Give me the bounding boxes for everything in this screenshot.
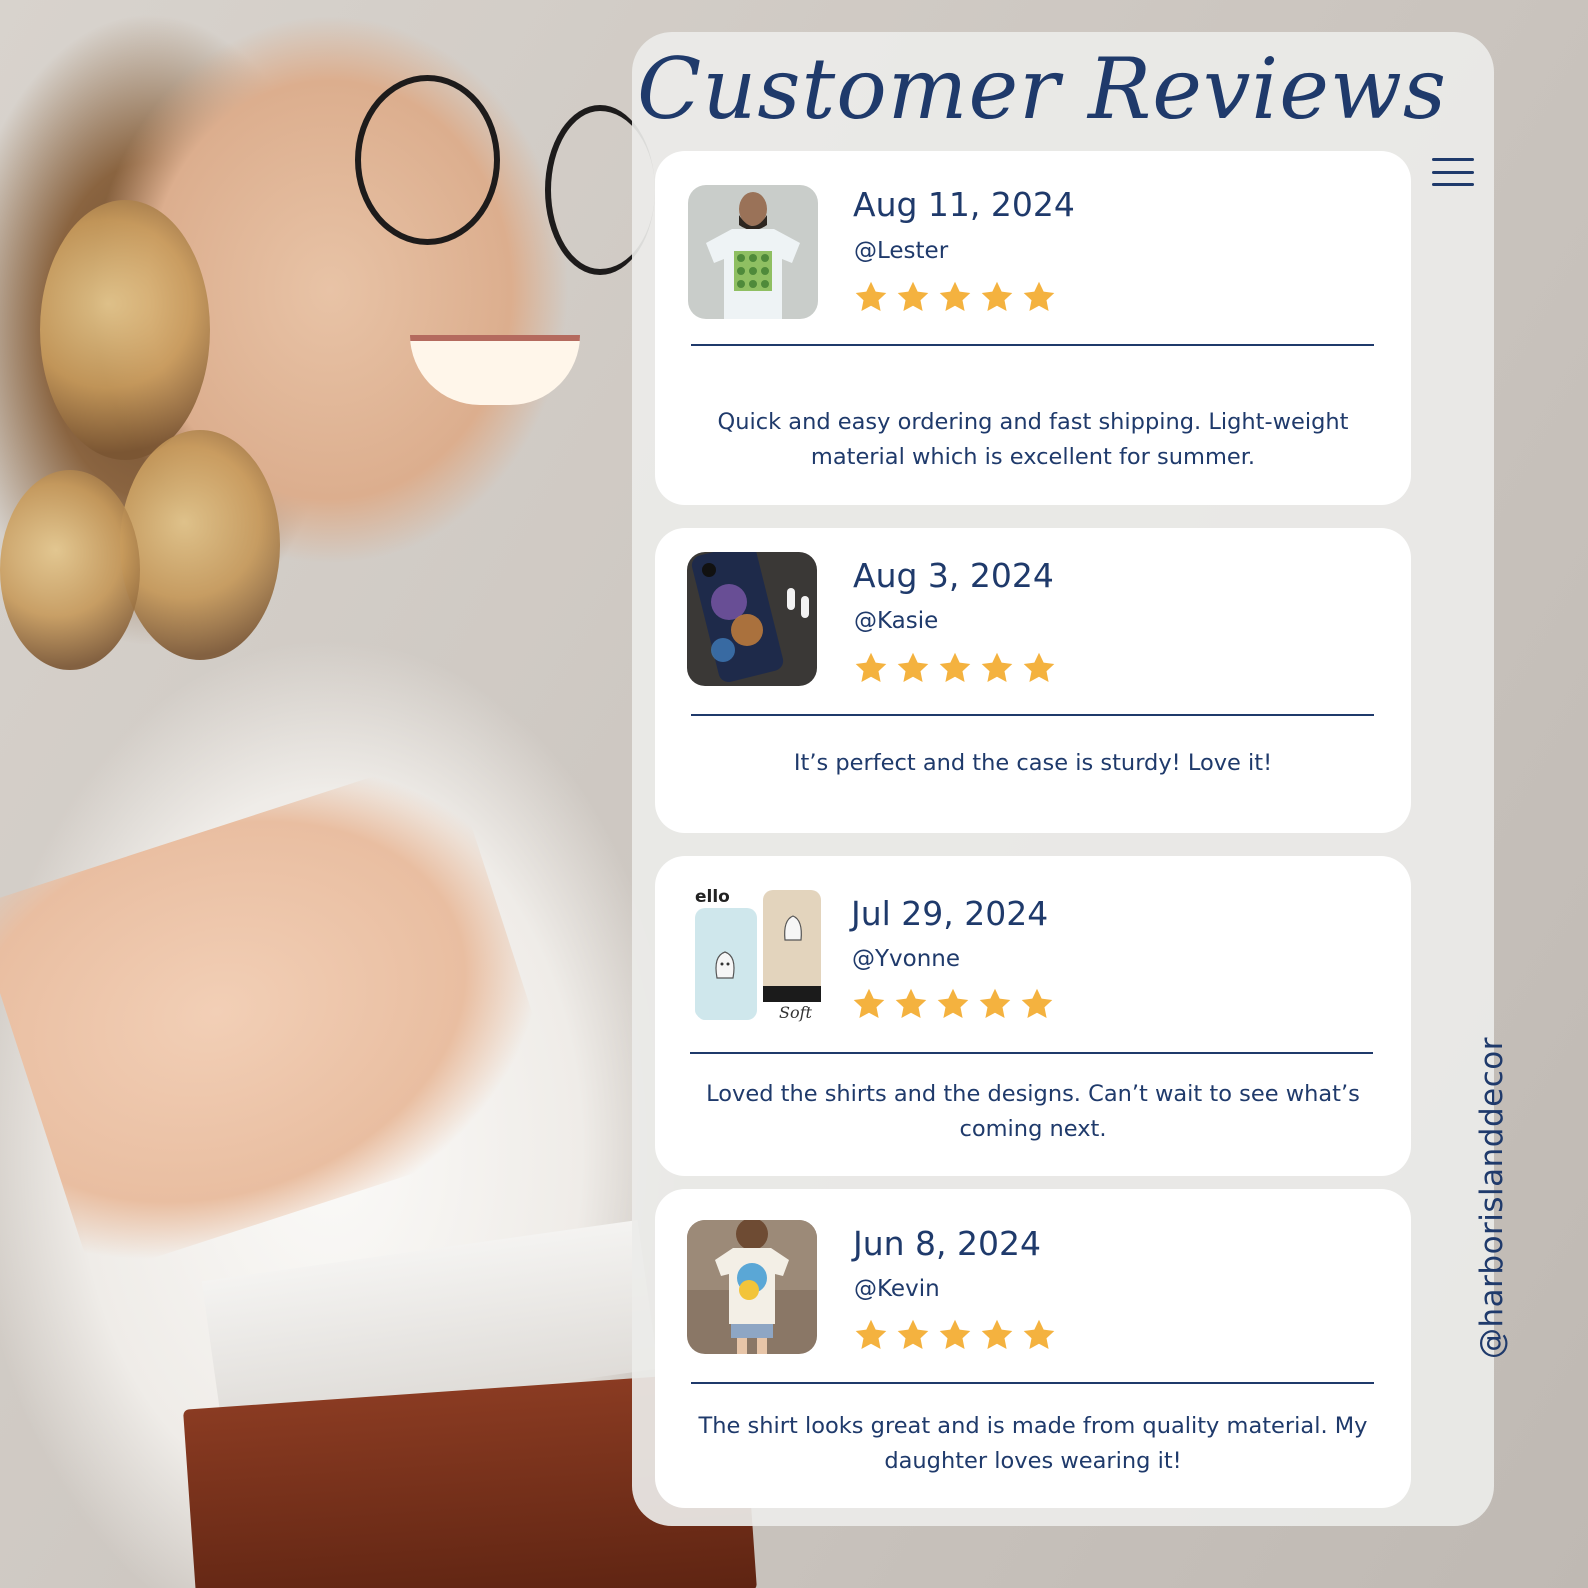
hair-curl [0,470,140,670]
star-icon [1023,281,1055,311]
hair-curl [120,430,280,660]
reviewer-username: @Lester [854,238,949,264]
star-icon [897,281,929,311]
star-icon [897,652,929,682]
review-photo-shirts: ello Soft [693,886,823,1022]
review-photo-phone-case [687,552,817,686]
star-rating [853,279,1057,315]
brand-handle: @harborislanddecor [1474,1037,1510,1359]
star-rating [853,1317,1057,1353]
star-rating [853,650,1057,686]
star-icon [897,1319,929,1349]
star-icon [853,988,885,1018]
star-icon [895,988,927,1018]
hair-curl [40,200,210,460]
reviewer-username: @Kevin [854,1276,940,1302]
girl-shirt-photo [687,1220,817,1354]
review-photo-girl-shirt [687,1220,817,1354]
review-date: Jul 29, 2024 [851,894,1049,933]
card-divider [690,1052,1373,1054]
svg-text:Soft: Soft [779,1003,813,1022]
review-text: The shirt looks great and is made from q… [698,1413,1368,1474]
card-divider [691,344,1374,346]
star-icon [1023,652,1055,682]
page-title: Customer Reviews [636,40,1448,138]
star-icon [981,1319,1013,1349]
review-text: It’s perfect and the case is sturdy! Lov… [793,750,1273,776]
star-icon [939,281,971,311]
star-icon [855,1319,887,1349]
card-divider [691,714,1374,716]
star-icon [979,988,1011,1018]
star-icon [981,652,1013,682]
star-icon [937,988,969,1018]
photo-caption: ello [695,887,730,907]
reviewer-username: @Yvonne [852,946,961,972]
reviewer-username: @Kasie [854,608,939,634]
card-divider [691,1382,1374,1384]
review-card: ello Soft Jul 29, 2024 @Yvonne Loved the… [655,856,1411,1176]
tshirt-photo [688,185,818,319]
star-icon [939,1319,971,1349]
star-icon [1021,988,1053,1018]
phone-case-photo [687,552,817,686]
shirts-photo: ello Soft [693,886,823,1022]
star-icon [1023,1319,1055,1349]
glasses-left-lens [355,75,500,245]
review-date: Aug 3, 2024 [853,556,1054,595]
review-text: Quick and easy ordering and fast shippin… [717,409,1349,470]
review-card: Aug 3, 2024 @Kasie It’s perfect and the … [655,528,1411,833]
hamburger-menu-icon[interactable] [1432,158,1474,186]
review-card: Aug 11, 2024 @Lester Quick and easy orde… [655,151,1411,505]
star-rating [851,986,1055,1022]
star-icon [855,652,887,682]
review-date: Aug 11, 2024 [853,185,1075,224]
review-date: Jun 8, 2024 [853,1224,1042,1263]
review-text: Loved the shirts and the designs. Can’t … [706,1081,1360,1142]
review-photo-tshirt [688,185,818,319]
star-icon [855,281,887,311]
review-card: Jun 8, 2024 @Kevin The shirt looks great… [655,1189,1411,1508]
star-icon [981,281,1013,311]
star-icon [939,652,971,682]
